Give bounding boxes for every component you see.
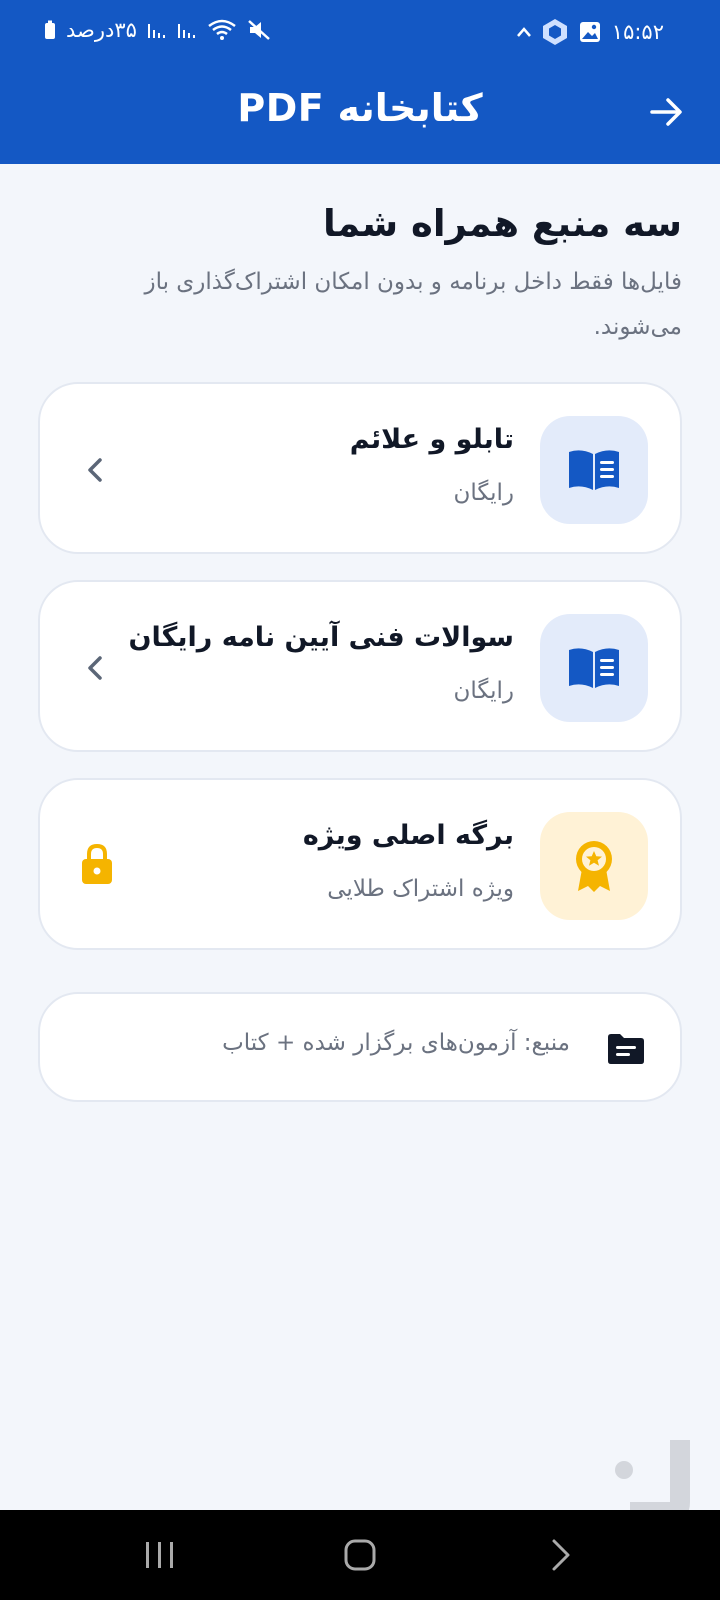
wifi-icon bbox=[207, 19, 237, 41]
battery-icon bbox=[44, 20, 56, 40]
home-icon bbox=[344, 1539, 376, 1571]
card-subtitle: رایگان bbox=[453, 678, 515, 704]
card-icon-container bbox=[540, 614, 648, 722]
clock: ۱۵:۵۲ bbox=[611, 20, 664, 44]
open-book-icon bbox=[569, 648, 619, 688]
resource-card-signs[interactable]: تابلو و علائم رایگان bbox=[38, 382, 682, 554]
signal-icon bbox=[147, 20, 167, 40]
gallery-icon bbox=[578, 20, 602, 44]
folder-icon bbox=[606, 1032, 646, 1070]
open-book-icon bbox=[569, 450, 619, 490]
status-bar-left: ۳۵درصد bbox=[44, 18, 271, 42]
card-subtitle: ویژه اشتراک طلایی bbox=[327, 876, 514, 902]
recents-icon bbox=[146, 1542, 173, 1568]
card-title: سوالات فنی آیین نامه رایگان bbox=[128, 622, 515, 653]
section-heading: سه منبع همراه شما bbox=[323, 202, 682, 245]
back-nav-button[interactable] bbox=[530, 1535, 590, 1575]
source-note: منبع: آزمون‌های برگزار شده + کتاب bbox=[38, 992, 682, 1102]
resource-card-technical-questions[interactable]: سوالات فنی آیین نامه رایگان رایگان bbox=[38, 580, 682, 752]
battery-percent: ۳۵درصد bbox=[66, 18, 137, 42]
back-nav-icon bbox=[552, 1539, 570, 1571]
status-bar: ۳۵درصد ۱۵:۵۲ bbox=[0, 0, 720, 62]
arrow-right-icon bbox=[650, 98, 682, 126]
card-icon-container bbox=[540, 812, 648, 920]
back-button[interactable] bbox=[646, 92, 686, 132]
card-icon-container bbox=[540, 416, 648, 524]
chevron-up-icon bbox=[516, 26, 532, 38]
recents-button[interactable] bbox=[130, 1535, 190, 1575]
home-button[interactable] bbox=[330, 1535, 390, 1575]
app-bar: کتابخانه PDF bbox=[0, 62, 720, 164]
section-subtitle: فایل‌ها فقط داخل برنامه و بدون امکان اشت… bbox=[144, 269, 682, 340]
system-nav-bar bbox=[0, 1510, 720, 1600]
award-badge-icon bbox=[576, 841, 612, 892]
chevron-left-icon bbox=[80, 450, 112, 490]
signal-icon bbox=[177, 20, 197, 40]
resource-card-premium-sheet[interactable]: برگه اصلی ویژه ویژه اشتراک طلایی bbox=[38, 778, 682, 950]
page-title: کتابخانه PDF bbox=[237, 86, 483, 130]
status-bar-right: ۱۵:۵۲ bbox=[516, 18, 664, 46]
source-note-text: منبع: آزمون‌های برگزار شده + کتاب bbox=[222, 1030, 570, 1056]
card-title: برگه اصلی ویژه bbox=[302, 820, 514, 851]
card-title: تابلو و علائم bbox=[349, 424, 514, 455]
mute-icon bbox=[247, 19, 271, 41]
card-subtitle: رایگان bbox=[453, 480, 515, 506]
chevron-left-icon bbox=[80, 648, 112, 688]
hex-app-icon bbox=[542, 18, 568, 46]
lock-icon bbox=[80, 842, 112, 884]
